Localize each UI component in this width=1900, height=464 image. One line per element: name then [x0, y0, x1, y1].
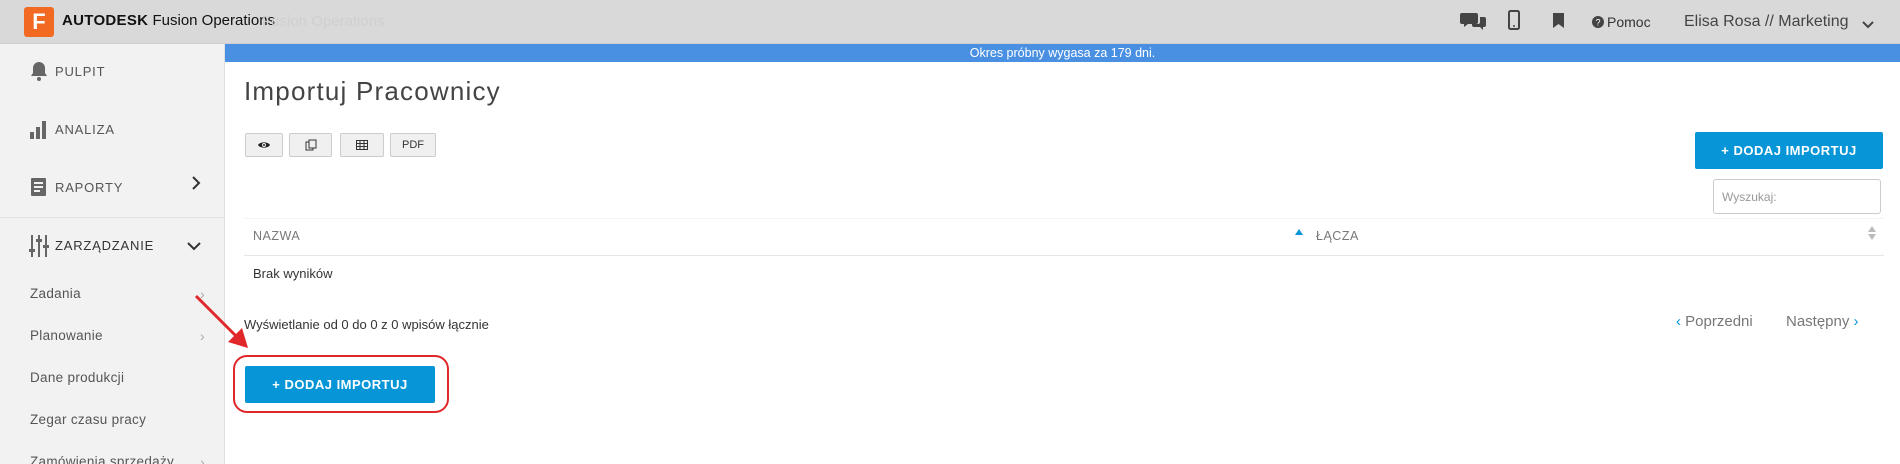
top-bar: F AUTODESK Fusion Operations Fusion Oper…: [0, 0, 1900, 44]
sidebar: PULPIT ANALIZA RAPORTY ZARZĄDZANIE Zadan…: [0, 44, 225, 464]
sidebar-item-label: PULPIT: [55, 64, 106, 79]
table-icon: [356, 139, 368, 151]
sidebar-subitem-planowanie[interactable]: Planowanie ›: [30, 328, 205, 358]
sidebar-item-zarzadzanie[interactable]: ZARZĄDZANIE: [0, 218, 224, 274]
empty-table-message: Brak wyników: [253, 266, 333, 281]
sidebar-subitem-label: Zegar czasu pracy: [30, 412, 147, 427]
chevron-right-icon: [191, 176, 201, 195]
chat-icon[interactable]: [1460, 10, 1486, 34]
column-header-lacza[interactable]: ŁĄCZA: [1316, 229, 1359, 243]
brand-title: AUTODESK Fusion Operations: [62, 12, 275, 29]
search-input[interactable]: [1713, 179, 1881, 214]
sidebar-item-raporty[interactable]: RAPORTY: [0, 160, 224, 216]
sidebar-item-label: RAPORTY: [55, 180, 124, 195]
eye-icon: [257, 139, 271, 151]
user-menu[interactable]: Elisa Rosa // Marketing: [1684, 13, 1849, 31]
brand-rest: Fusion Operations: [152, 12, 276, 29]
sliders-icon: [28, 234, 50, 257]
toolbar-pdf-button[interactable]: PDF: [390, 133, 436, 157]
sidebar-item-analiza[interactable]: ANALIZA: [0, 102, 224, 158]
sidebar-subitem-dane-produkcji[interactable]: Dane produkcji: [30, 370, 205, 400]
sidebar-subitem-zamowienia-sprzedazy[interactable]: Zamówienia sprzedaży ›: [30, 454, 205, 464]
report-icon: [28, 176, 50, 198]
bar-chart-icon: [28, 118, 50, 140]
chevron-right-icon: ›: [200, 454, 205, 464]
sidebar-item-pulpit[interactable]: PULPIT: [0, 44, 224, 100]
copy-icon: [305, 139, 317, 151]
chevron-right-icon: ›: [1853, 313, 1859, 330]
table-info: Wyświetlanie od 0 do 0 z 0 wpisów łączni…: [244, 317, 489, 332]
sidebar-item-label: ZARZĄDZANIE: [55, 238, 155, 253]
toolbar-csv-button[interactable]: [340, 133, 384, 157]
bell-icon: [28, 60, 50, 82]
bookmark-icon[interactable]: [1553, 13, 1564, 37]
chevron-down-icon: [187, 238, 201, 256]
sort-asc-icon[interactable]: [1295, 227, 1303, 238]
table-top-divider: [244, 218, 1884, 219]
svg-text:?: ?: [1595, 18, 1600, 28]
app-logo[interactable]: F: [24, 7, 54, 37]
annotation-arrow-icon: [194, 294, 248, 348]
toolbar-view-button[interactable]: [245, 133, 283, 157]
table-header-divider: [244, 255, 1884, 256]
brand-bold: AUTODESK: [62, 12, 149, 29]
sidebar-subitem-label: Zamówienia sprzedaży: [30, 454, 175, 464]
pager-prev-label: Poprzedni: [1685, 313, 1753, 330]
mobile-icon[interactable]: [1508, 10, 1520, 34]
page-title: Importuj Pracownicy: [244, 76, 501, 106]
sidebar-item-label: ANALIZA: [55, 122, 115, 137]
sort-both-icon[interactable]: [1868, 226, 1876, 241]
trial-banner: Okres próbny wygasa za 179 dni.: [225, 44, 1900, 62]
pager-next-label: Następny: [1786, 313, 1850, 330]
help-link[interactable]: Pomoc: [1607, 14, 1651, 30]
sidebar-subitem-zegar-czasu-pracy[interactable]: Zegar czasu pracy: [30, 412, 205, 442]
sidebar-subitem-label: Dane produkcji: [30, 370, 125, 385]
column-header-nazwa[interactable]: NAZWA: [253, 229, 300, 243]
chevron-left-icon: ‹: [1676, 313, 1681, 330]
pager-prev-button[interactable]: ‹ Poprzedni: [1676, 313, 1753, 330]
faded-breadcrumb: Fusion Operations: [262, 13, 385, 30]
sidebar-subitem-label: Planowanie: [30, 328, 103, 343]
chevron-down-icon[interactable]: [1862, 16, 1874, 40]
sidebar-subitem-label: Zadania: [30, 286, 81, 301]
add-import-button-top[interactable]: + DODAJ IMPORTUJ: [1695, 132, 1883, 169]
toolbar-copy-button[interactable]: [289, 133, 332, 157]
add-import-button-bottom[interactable]: + DODAJ IMPORTUJ: [245, 366, 435, 403]
sidebar-subitem-zadania[interactable]: Zadania ›: [30, 286, 205, 316]
pager-next-button[interactable]: Następny ›: [1786, 313, 1859, 330]
help-circle-icon[interactable]: ?: [1592, 15, 1604, 39]
